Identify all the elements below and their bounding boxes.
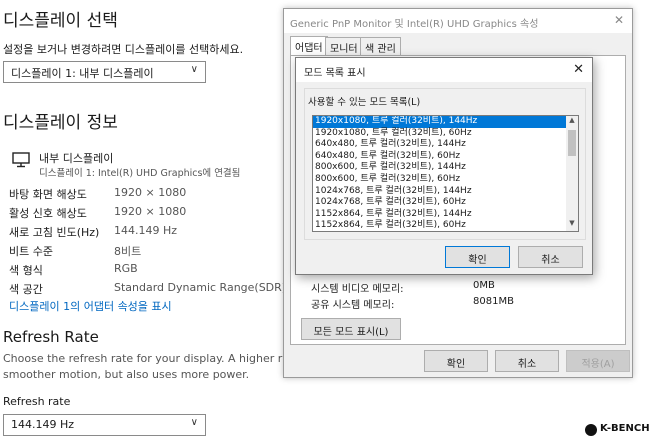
mode-dialog-title: 모드 목록 표시 — [304, 68, 366, 79]
info-label-bit-depth: 비트 수준 — [9, 245, 53, 258]
scrollbar-thumb[interactable] — [568, 130, 576, 156]
list-item[interactable]: 1024x768, 트루 컬러(32비트), 60Hz — [313, 197, 578, 209]
info-value-bit-depth: 8비트 — [114, 245, 142, 258]
list-item[interactable]: 800x600, 트루 컬러(32비트), 60Hz — [313, 174, 578, 186]
list-item[interactable]: 800x600, 트루 컬러(32비트), 144Hz — [313, 162, 578, 174]
mode-listbox[interactable]: 1920x1080, 트루 컬러(32비트), 144Hz 1920x1080,… — [312, 115, 579, 232]
monitor-icon — [12, 152, 30, 168]
close-icon[interactable]: ✕ — [614, 13, 624, 27]
select-display-heading: 디스플레이 선택 — [3, 11, 118, 31]
scroll-down-icon[interactable]: ▼ — [566, 219, 578, 231]
kbench-logo-icon — [585, 424, 597, 436]
list-item[interactable]: 1024x768, 트루 컬러(32비트), 144Hz — [313, 186, 578, 198]
chevron-down-icon: ∨ — [190, 417, 198, 428]
watermark-text: K-BENCH — [600, 423, 650, 434]
kbench-watermark: K-BENCH — [585, 422, 655, 440]
adapter-properties-link[interactable]: 디스플레이 1의 어댑터 속성을 표시 — [9, 298, 172, 314]
mode-list-label: 사용할 수 있는 모드 목록(L) — [308, 97, 421, 108]
info-value-color-space: Standard Dynamic Range(SDR) — [114, 281, 287, 294]
mode-list-dialog: 모드 목록 표시 ✕ 사용할 수 있는 모드 목록(L) 1920x1080, … — [295, 57, 593, 275]
display-select-value: 디스플레이 1: 내부 디스플레이 — [11, 67, 154, 80]
shared-system-memory-label: 공유 시스템 메모리: — [311, 300, 395, 311]
system-video-memory-label: 시스템 비디오 메모리: — [311, 284, 404, 295]
info-label-desktop-resolution: 바탕 화면 해상도 — [9, 188, 87, 201]
chevron-down-icon: ∨ — [190, 64, 198, 75]
list-item[interactable]: 1920x1080, 트루 컬러(32비트), 60Hz — [313, 128, 578, 140]
display-settings-page: 디스플레이 선택 설정을 보거나 변경하려면 디스플레이를 선택하세요. 디스플… — [0, 0, 332, 442]
tab-color-management[interactable]: 색 관리 — [360, 37, 401, 55]
close-icon[interactable]: ✕ — [573, 62, 584, 77]
info-label-color-space: 색 공간 — [9, 283, 43, 296]
refresh-rate-description: Choose the refresh rate for your display… — [3, 351, 332, 383]
list-item[interactable]: 1152x864, 트루 컬러(32비트), 144Hz — [313, 209, 578, 221]
list-all-modes-button[interactable]: 모든 모드 표시(L) — [301, 318, 401, 340]
tab-monitor[interactable]: 모니터 — [325, 37, 363, 55]
refresh-rate-label: Refresh rate — [3, 395, 71, 408]
refresh-description-line-2: smoother motion, but also uses more powe… — [3, 368, 250, 381]
monitor-connection: 디스플레이 1: Intel(R) UHD Graphics에 연결됨 — [39, 168, 241, 179]
display-select-dropdown[interactable]: 디스플레이 1: 내부 디스플레이 ∨ — [3, 61, 206, 83]
refresh-rate-heading: Refresh Rate — [3, 328, 99, 346]
refresh-rate-dropdown[interactable]: 144.149 Hz ∨ — [3, 414, 206, 436]
refresh-description-line-1: Choose the refresh rate for your display… — [3, 352, 332, 365]
list-item[interactable]: 1152x864, 트루 컬러(32비트), 60Hz — [313, 220, 578, 231]
shared-system-memory-value: 8081MB — [473, 296, 514, 307]
info-label-refresh-rate: 새로 고침 빈도(Hz) — [9, 226, 100, 239]
properties-cancel-button[interactable]: 취소 — [495, 350, 559, 372]
properties-apply-button[interactable]: 적용(A) — [566, 350, 630, 372]
info-label-color-format: 색 형식 — [9, 264, 43, 277]
mode-cancel-button[interactable]: 취소 — [518, 246, 583, 268]
list-item[interactable]: 1920x1080, 트루 컬러(32비트), 144Hz — [313, 116, 578, 128]
system-video-memory-value: 0MB — [473, 280, 495, 291]
refresh-rate-value: 144.149 Hz — [11, 418, 75, 431]
scroll-up-icon[interactable]: ▲ — [566, 116, 578, 128]
info-label-active-signal: 활성 신호 해상도 — [9, 207, 87, 220]
info-value-color-format: RGB — [114, 262, 138, 275]
mode-list-scrollbar[interactable]: ▲ ▼ — [566, 116, 578, 231]
info-value-active-signal: 1920 × 1080 — [114, 205, 187, 218]
mode-ok-button[interactable]: 확인 — [445, 246, 510, 268]
monitor-name: 내부 디스플레이 — [39, 152, 114, 165]
properties-title: Generic PnP Monitor 및 Intel(R) UHD Graph… — [290, 19, 539, 30]
mode-dialog-title-bar: 모드 목록 표시 ✕ — [296, 58, 592, 82]
info-value-desktop-resolution: 1920 × 1080 — [114, 186, 187, 199]
properties-title-bar: Generic PnP Monitor 및 Intel(R) UHD Graph… — [284, 9, 632, 33]
properties-ok-button[interactable]: 확인 — [424, 350, 488, 372]
list-item[interactable]: 640x480, 트루 컬러(32비트), 144Hz — [313, 139, 578, 151]
select-display-instruction: 설정을 보거나 변경하려면 디스플레이를 선택하세요. — [3, 43, 244, 56]
display-info-heading: 디스플레이 정보 — [3, 113, 118, 133]
list-item[interactable]: 640x480, 트루 컬러(32비트), 60Hz — [313, 151, 578, 163]
tab-adapter[interactable]: 어댑터 — [290, 36, 328, 56]
info-value-refresh-rate: 144.149 Hz — [114, 224, 178, 237]
